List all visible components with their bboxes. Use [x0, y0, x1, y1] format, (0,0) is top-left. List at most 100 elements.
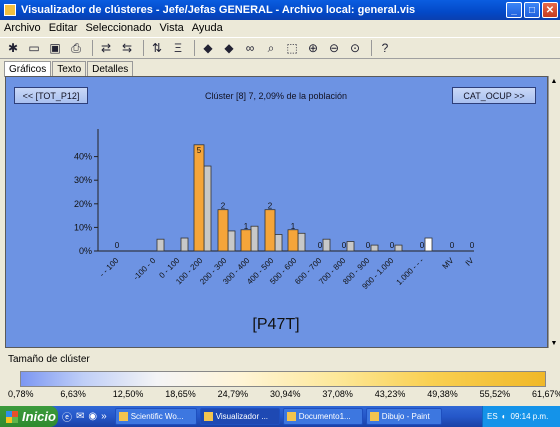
- task-visualizador[interactable]: Visualizador ...: [199, 408, 280, 425]
- menu-editar[interactable]: Editar: [49, 22, 78, 34]
- new-icon[interactable]: ✱: [4, 39, 22, 57]
- left-arrow-icon[interactable]: ◆: [199, 39, 217, 57]
- zoom-fit-icon[interactable]: ⊙: [346, 39, 364, 57]
- task-paint[interactable]: Dibujo - Paint: [365, 408, 442, 425]
- bar-count-label: 0: [366, 241, 371, 250]
- find-icon[interactable]: ⌕: [262, 39, 280, 57]
- bar-count-label: 2: [221, 202, 226, 211]
- help-icon[interactable]: ?: [376, 39, 394, 57]
- menu-vista[interactable]: Vista: [160, 22, 184, 34]
- app-icon: [4, 4, 16, 16]
- y-tick-label: 30%: [74, 175, 92, 185]
- cluster-size-tick: 30,94%: [270, 389, 301, 399]
- bar-count-label: 0: [342, 241, 347, 250]
- maximize-button[interactable]: □: [524, 2, 540, 18]
- scroll-down-icon[interactable]: ▼: [549, 338, 559, 348]
- bar-count-label: 1: [291, 222, 296, 231]
- task-label: Dibujo - Paint: [381, 412, 430, 421]
- cluster-size-tick: 0,78%: [8, 389, 34, 399]
- forward-icon[interactable]: ⇆: [118, 39, 136, 57]
- toolbar-separator: [371, 40, 372, 56]
- population-bar: [274, 234, 283, 252]
- cluster-bar: [287, 229, 299, 252]
- cluster-size-tick: 55,52%: [479, 389, 511, 399]
- population-bar: [297, 232, 306, 252]
- bar-count-label: 0: [420, 241, 425, 250]
- y-tick-label: 40%: [74, 152, 92, 162]
- mail-icon[interactable]: ✉: [76, 411, 84, 422]
- population-bar: [156, 238, 165, 252]
- windows-flag-icon: [6, 410, 18, 423]
- menu-seleccionado[interactable]: Seleccionado: [85, 22, 151, 34]
- network-icon[interactable]: ◐: [502, 412, 507, 421]
- title-bar: Visualizador de clústeres - Jefe/Jefas G…: [0, 0, 560, 20]
- sort-icon[interactable]: ⇅: [148, 39, 166, 57]
- save-icon[interactable]: ▣: [46, 39, 64, 57]
- vertical-scrollbar[interactable]: ▲ ▼: [548, 76, 558, 348]
- window-title: Visualizador de clústeres - Jefe/Jefas G…: [21, 4, 416, 16]
- minimize-button[interactable]: _: [506, 2, 522, 18]
- paint-icon: [369, 412, 379, 421]
- cluster-size-gradient: [20, 371, 546, 387]
- y-tick-label: 10%: [74, 222, 92, 232]
- word-icon: [286, 412, 296, 421]
- cluster-size-tick: 18,65%: [165, 389, 196, 399]
- back-icon[interactable]: ⇄: [97, 39, 115, 57]
- x-axis-title: [P47T]: [252, 316, 299, 333]
- menu-ayuda[interactable]: Ayuda: [192, 22, 223, 34]
- scroll-up-icon[interactable]: ▲: [549, 76, 559, 86]
- select-icon[interactable]: ⬚: [283, 39, 301, 57]
- bar-count-label: 5: [197, 146, 202, 155]
- tab-texto[interactable]: Texto: [52, 61, 87, 76]
- ie-icon[interactable]: ⓔ: [62, 409, 72, 424]
- right-arrow-icon[interactable]: ◆: [220, 39, 238, 57]
- population-bar: [370, 244, 379, 252]
- population-bar: [346, 241, 355, 252]
- cluster-bar: [240, 229, 252, 252]
- cluster-size-tick: 61,67%: [532, 389, 560, 399]
- task-documento1[interactable]: Documento1...: [282, 408, 363, 425]
- print-icon[interactable]: ⎙: [67, 39, 85, 57]
- tab-detalles[interactable]: Detalles: [87, 61, 134, 76]
- filter-icon[interactable]: Ξ: [169, 39, 187, 57]
- x-tick-label: -100 - 0: [132, 256, 158, 282]
- toolbar: ✱ ▭ ▣ ⎙ ⇄ ⇆ ⇅ Ξ ◆ ◆ ∞ ⌕ ⬚ ⊕ ⊖ ⊙ ?: [0, 37, 560, 59]
- cluster-size-tick: 24,79%: [217, 389, 249, 399]
- bar-count-label: 0: [390, 241, 395, 250]
- clock: 09:14 p.m.: [510, 412, 549, 421]
- start-button[interactable]: Inicio: [0, 406, 58, 427]
- tab-strip: Gráficos Texto Detalles: [4, 61, 134, 77]
- x-tick-label: - - 100: [98, 256, 121, 279]
- close-button[interactable]: ✕: [542, 2, 558, 18]
- toolbar-separator: [194, 40, 195, 56]
- population-bar: [394, 244, 403, 252]
- population-bar: [322, 238, 331, 252]
- y-tick-label: 20%: [74, 199, 92, 209]
- cluster-size-ticks: 0,78% 6,63% 12,50% 18,65% 24,79% 30,94% 37,08%…: [0, 389, 560, 401]
- population-bar: [180, 237, 189, 252]
- quick-launch-more[interactable]: »: [101, 411, 107, 422]
- language-indicator[interactable]: ES: [487, 412, 498, 421]
- cluster-size-tick: 49,38%: [427, 389, 458, 399]
- quick-launch: ⓔ ✉ ◉ »: [62, 409, 111, 424]
- x-tick-label: 1.000 - - -: [395, 256, 426, 287]
- taskbar: Inicio ⓔ ✉ ◉ » Scientific Wo... Visualiz…: [0, 406, 560, 427]
- firefox-icon[interactable]: ◉: [88, 411, 97, 422]
- task-label: Scientific Wo...: [130, 412, 184, 421]
- zoom-out-icon[interactable]: ⊖: [325, 39, 343, 57]
- toolbar-separator: [143, 40, 144, 56]
- start-label: Inicio: [22, 409, 56, 424]
- zoom-in-icon[interactable]: ⊕: [304, 39, 322, 57]
- task-scientific-workplace[interactable]: Scientific Wo...: [114, 408, 197, 425]
- menu-archivo[interactable]: Archivo: [4, 22, 41, 34]
- cluster-size-tick: 37,08%: [322, 389, 353, 399]
- bar-count-label: 0: [470, 241, 475, 250]
- tab-graficos[interactable]: Gráficos: [4, 61, 52, 77]
- bar-count-label: 1: [244, 222, 249, 231]
- cluster-size-tick: 12,50%: [112, 389, 144, 399]
- x-tick-label: IV: [464, 256, 476, 268]
- cluster-bar-chart: 0%10%20%30%40%0- - 100 -100 - 00 - 100510…: [74, 129, 476, 333]
- binoculars-icon[interactable]: ∞: [241, 39, 259, 57]
- open-icon[interactable]: ▭: [25, 39, 43, 57]
- cluster-size-label: Tamaño de clúster: [8, 354, 90, 365]
